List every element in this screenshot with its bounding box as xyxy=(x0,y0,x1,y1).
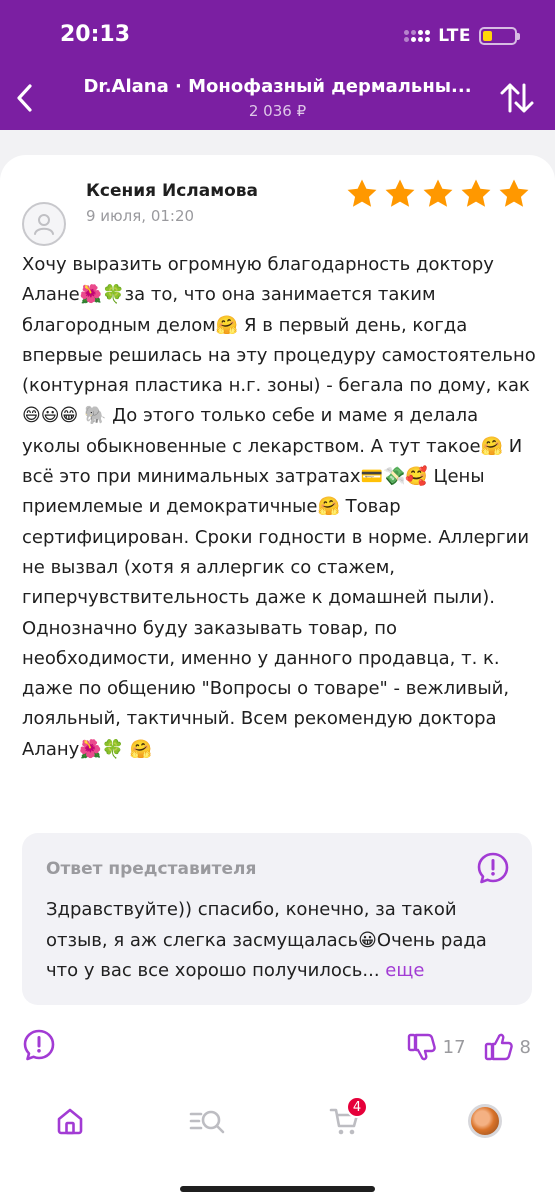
battery-icon xyxy=(479,27,520,45)
app-header: 20:13 LTE Dr.Alana · Монофазный дермальн… xyxy=(0,0,555,130)
signal-icon xyxy=(404,30,431,42)
home-indicator xyxy=(180,1186,375,1192)
review-votes: 17 8 xyxy=(407,1033,531,1061)
answer-text: Здравствуйте)) спасибо, конечно, за тако… xyxy=(46,895,514,987)
thumbs-up-icon xyxy=(484,1033,513,1061)
back-button[interactable] xyxy=(10,78,40,118)
star-icon xyxy=(385,179,415,207)
review-date: 9 июля, 01:20 xyxy=(86,207,195,225)
bottom-navigation: 4 xyxy=(0,1080,555,1200)
status-time: 20:13 xyxy=(60,22,131,47)
star-icon xyxy=(347,179,377,207)
star-icon xyxy=(499,179,529,207)
nav-catalog[interactable] xyxy=(183,1096,233,1146)
seller-answer: Ответ представителя Здравствуйте)) спаси… xyxy=(22,833,532,1005)
rating-stars xyxy=(345,177,531,211)
like-count: 8 xyxy=(519,1036,531,1058)
alert-bubble-icon xyxy=(477,852,509,884)
dislike-button[interactable]: 17 xyxy=(407,1033,466,1061)
status-indicators: LTE xyxy=(404,26,520,46)
like-button[interactable]: 8 xyxy=(484,1033,531,1061)
profile-avatar xyxy=(468,1104,502,1138)
review-card: Ксения Исламова 9 июля, 01:20 Хочу выраз… xyxy=(0,155,555,1085)
nav-cart[interactable]: 4 xyxy=(320,1096,370,1146)
avatar xyxy=(22,202,66,246)
product-price: 2 036 ₽ xyxy=(248,102,307,120)
review-text: Хочу выразить огромную благодарность док… xyxy=(22,254,536,760)
report-review-button[interactable] xyxy=(22,1028,56,1066)
nav-home[interactable] xyxy=(45,1096,95,1146)
sort-arrows-icon xyxy=(500,83,534,113)
network-label: LTE xyxy=(438,26,471,46)
content-area: Ксения Исламова 9 июля, 01:20 Хочу выраз… xyxy=(0,130,555,1200)
answer-report-button[interactable] xyxy=(476,851,510,889)
answer-more-link[interactable]: еще xyxy=(385,960,424,981)
thumbs-down-icon xyxy=(407,1033,436,1061)
user-icon xyxy=(34,214,54,235)
sort-button[interactable] xyxy=(497,78,537,118)
review-author: Ксения Исламова xyxy=(86,181,259,201)
home-icon xyxy=(57,1108,83,1135)
alert-bubble-icon xyxy=(23,1029,55,1061)
cart-badge: 4 xyxy=(346,1096,368,1118)
nav-profile[interactable] xyxy=(460,1096,510,1146)
answer-title: Ответ представителя xyxy=(46,859,257,879)
product-title: Dr.Alana · Монофазный дермальны... xyxy=(83,76,472,97)
catalog-search-icon xyxy=(189,1110,225,1134)
dislike-count: 17 xyxy=(442,1036,466,1058)
star-icon xyxy=(423,179,453,207)
star-icon xyxy=(461,179,491,207)
chevron-left-icon xyxy=(17,84,32,112)
